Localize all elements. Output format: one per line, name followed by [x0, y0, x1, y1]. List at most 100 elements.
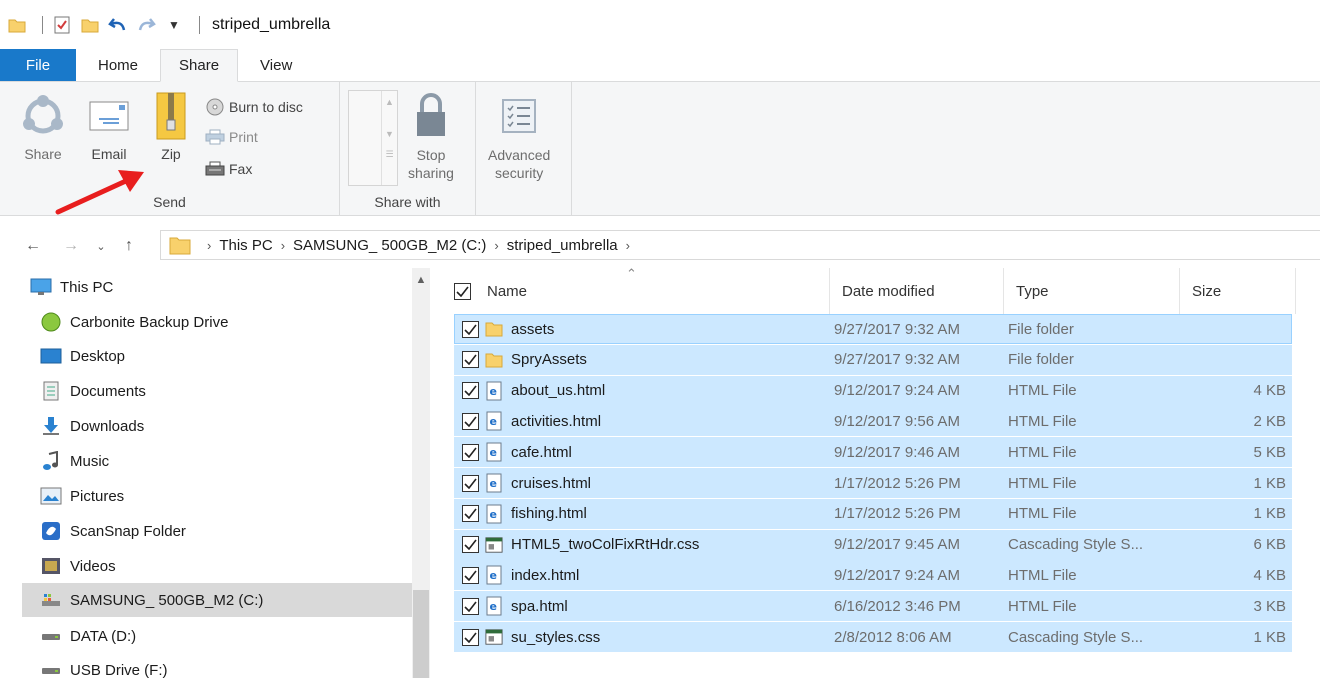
nav-label: Downloads	[70, 417, 145, 435]
row-checkbox[interactable]	[462, 412, 479, 430]
column-header-size[interactable]: Size	[1180, 268, 1296, 314]
fax-button[interactable]: Fax	[205, 160, 252, 178]
navigation-scrollbar[interactable]: ▲	[412, 268, 430, 678]
breadcrumb-chevron-icon[interactable]: ›	[281, 238, 285, 253]
nav-item-downloads[interactable]: Downloads	[22, 409, 422, 443]
file-row[interactable]: e cruises.html 1/17/2012 5:26 PM HTML File 1…	[454, 468, 1292, 498]
file-name: cafe.html	[511, 443, 572, 461]
file-row[interactable]: e fishing.html 1/17/2012 5:26 PM HTML File 1…	[454, 498, 1292, 529]
scrollbar-thumb[interactable]	[413, 590, 429, 678]
stop-sharing-button[interactable]: Stop sharing	[408, 90, 454, 182]
row-checkbox[interactable]	[462, 628, 479, 646]
zip-button[interactable]: Zip	[148, 90, 194, 162]
html-file-icon: e	[485, 411, 503, 431]
file-size: 5 KB	[1253, 443, 1286, 461]
nav-item-this-pc[interactable]: This PC	[22, 270, 422, 304]
row-checkbox[interactable]	[462, 351, 479, 369]
breadcrumb-chevron-icon[interactable]: ›	[207, 238, 211, 253]
nav-item-pictures[interactable]: Pictures	[22, 479, 422, 513]
breadcrumb-drive[interactable]: SAMSUNG_ 500GB_M2 (C:)	[293, 237, 486, 254]
file-row[interactable]: assets 9/27/2017 9:32 AM File folder	[454, 314, 1292, 344]
redo-icon[interactable]	[135, 14, 157, 36]
tab-file[interactable]: File	[0, 49, 76, 81]
nav-item-music[interactable]: Music	[22, 444, 422, 478]
tab-view[interactable]: View	[238, 50, 314, 81]
file-name-cell[interactable]: e about_us.html	[462, 376, 605, 406]
file-row[interactable]: e cafe.html 9/12/2017 9:46 AM HTML File 5 KB	[454, 437, 1292, 468]
file-name-cell[interactable]: su_styles.css	[462, 622, 600, 652]
advanced-security-button[interactable]: Advanced security	[488, 90, 550, 182]
breadcrumb-folder[interactable]: striped_umbrella	[507, 237, 618, 254]
row-checkbox[interactable]	[462, 382, 479, 400]
column-header-name[interactable]: Name ⌃	[446, 266, 830, 314]
properties-icon[interactable]	[51, 14, 73, 36]
up-button[interactable]: ↑	[116, 233, 142, 259]
nav-item-samsung-drive[interactable]: SAMSUNG_ 500GB_M2 (C:)	[22, 583, 422, 617]
stop-label-1: Stop	[416, 147, 446, 163]
row-checkbox[interactable]	[462, 566, 479, 584]
file-name-cell[interactable]: e cruises.html	[462, 468, 591, 498]
file-size: 3 KB	[1253, 597, 1286, 615]
nav-item-documents[interactable]: Documents	[22, 374, 422, 408]
nav-label: ScanSnap Folder	[70, 522, 186, 540]
file-name-cell[interactable]: e activities.html	[462, 406, 601, 436]
nav-item-videos[interactable]: Videos	[22, 549, 422, 583]
scroll-up-icon[interactable]: ▲	[412, 274, 430, 286]
file-name-cell[interactable]: e index.html	[462, 560, 579, 590]
print-button[interactable]: Print	[205, 128, 258, 146]
forward-button[interactable]: →	[58, 233, 84, 259]
share-button[interactable]: Share	[20, 90, 66, 162]
file-name-cell[interactable]: e spa.html	[462, 591, 568, 621]
file-name-cell[interactable]: assets	[462, 314, 554, 344]
customize-qat-icon[interactable]: ▼	[163, 14, 185, 36]
row-checkbox[interactable]	[462, 597, 479, 615]
file-row[interactable]: SpryAssets 9/27/2017 9:32 AM File folder	[454, 344, 1292, 375]
nav-item-usb-drive[interactable]: USB Drive (F:)	[22, 653, 422, 678]
expand-icon[interactable]: ☰	[382, 149, 397, 160]
file-row[interactable]: e index.html 9/12/2017 9:24 AM HTML File 4 K…	[454, 560, 1292, 591]
tab-home[interactable]: Home	[76, 50, 160, 81]
recent-locations-icon[interactable]: ⌄	[88, 233, 114, 259]
row-checkbox[interactable]	[462, 443, 479, 461]
column-header-type[interactable]: Type	[1004, 268, 1180, 314]
nav-item-desktop[interactable]: Desktop	[22, 339, 422, 373]
burn-to-disc-button[interactable]: Burn to disc	[205, 98, 303, 116]
file-row[interactable]: HTML5_twoColFixRtHdr.css 9/12/2017 9:45 A…	[454, 529, 1292, 560]
breadcrumb-this-pc[interactable]: This PC	[219, 237, 272, 254]
scroll-up-icon[interactable]: ▲	[382, 97, 397, 107]
file-type: HTML File	[1008, 443, 1077, 461]
file-name-cell[interactable]: e fishing.html	[462, 499, 587, 529]
tab-share[interactable]: Share	[160, 49, 239, 82]
file-date: 9/12/2017 9:45 AM	[834, 536, 960, 554]
column-header-date[interactable]: Date modified	[830, 268, 1004, 314]
file-row[interactable]: e about_us.html 9/12/2017 9:24 AM HTML File…	[454, 375, 1292, 406]
share-with-list[interactable]: ▲ ▼ ☰	[348, 90, 398, 186]
file-row[interactable]: su_styles.css 2/8/2012 8:06 AM Cascading S…	[454, 622, 1292, 652]
html-file-icon: e	[485, 504, 503, 524]
advanced-security-group: Advanced security	[476, 82, 572, 216]
row-checkbox[interactable]	[462, 505, 479, 523]
share-list-scroll[interactable]: ▲ ▼ ☰	[381, 91, 397, 185]
breadcrumb-chevron-icon[interactable]: ›	[626, 238, 630, 253]
email-button[interactable]: Email	[86, 90, 132, 162]
file-row[interactable]: e spa.html 6/16/2012 3:46 PM HTML File 3 KB	[454, 591, 1292, 622]
select-all-checkbox[interactable]	[454, 282, 471, 300]
annotation-arrow	[55, 170, 144, 215]
breadcrumb-chevron-icon[interactable]: ›	[494, 238, 498, 253]
row-checkbox[interactable]	[462, 320, 479, 338]
nav-item-carbonite[interactable]: Carbonite Backup Drive	[22, 305, 422, 339]
nav-item-data-drive[interactable]: DATA (D:)	[22, 619, 422, 653]
undo-icon[interactable]	[107, 14, 129, 36]
file-row[interactable]: e activities.html 9/12/2017 9:56 AM HTML Fi…	[454, 406, 1292, 437]
address-bar[interactable]: › This PC › SAMSUNG_ 500GB_M2 (C:) › str…	[160, 230, 1320, 260]
file-name-cell[interactable]: e cafe.html	[462, 437, 572, 467]
file-name-cell[interactable]: HTML5_twoColFixRtHdr.css	[462, 530, 699, 560]
nav-item-scansnap[interactable]: ScanSnap Folder	[22, 514, 422, 548]
back-button[interactable]: ←	[20, 233, 46, 259]
file-name-cell[interactable]: SpryAssets	[462, 345, 587, 375]
file-size: 6 KB	[1253, 536, 1286, 554]
row-checkbox[interactable]	[462, 536, 479, 554]
scroll-down-icon[interactable]: ▼	[382, 129, 397, 139]
new-folder-icon[interactable]	[79, 14, 101, 36]
row-checkbox[interactable]	[462, 474, 479, 492]
